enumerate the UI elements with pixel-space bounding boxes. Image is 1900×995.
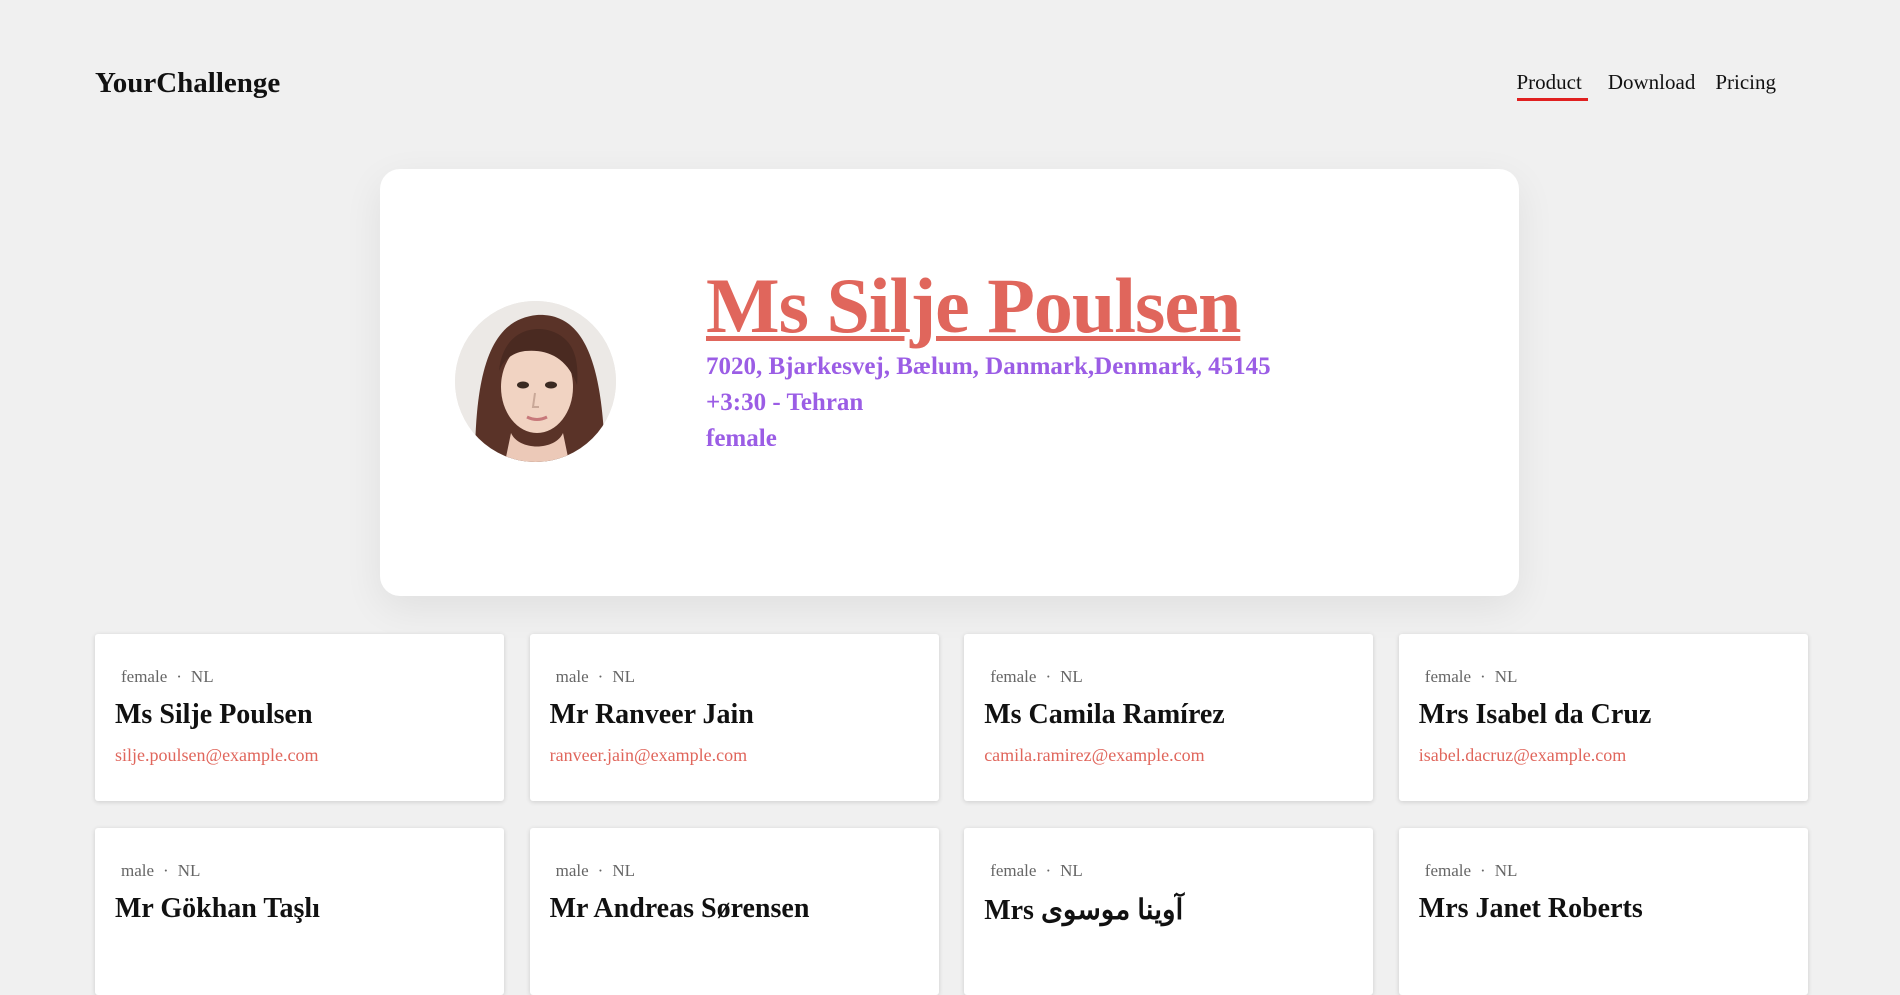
card-nationality: NL [1494, 667, 1518, 686]
meta-separator: · [176, 667, 182, 686]
meta-separator: · [163, 861, 169, 880]
meta-separator: · [597, 667, 604, 686]
card-nationality: NL [612, 861, 635, 880]
card-nationality: NL [190, 667, 214, 686]
card-gender: female [1424, 667, 1472, 686]
card-email[interactable]: isabel.dacruz@example.com [1419, 745, 1788, 766]
user-card[interactable]: male · NL Mr Andreas Sørensen [529, 828, 939, 995]
card-email[interactable]: camila.ramirez@example.com [984, 745, 1353, 766]
card-name: Mr Gökhan Taşlı [115, 893, 320, 924]
card-meta: male · NL [550, 667, 919, 687]
brand-logo[interactable]: YourChallenge [95, 67, 280, 100]
card-gender: male [555, 861, 589, 880]
user-card[interactable]: female · NL Ms Silje Poulsen silje.poulsen… [95, 634, 504, 801]
card-gender: male [121, 861, 155, 880]
card-nationality: NL [177, 861, 201, 880]
card-name: Ms Silje Poulsen [115, 699, 313, 730]
card-name: Ms Camila Ramírez [984, 699, 1225, 730]
card-meta: female · NL [984, 861, 1353, 881]
meta-separator: · [597, 861, 604, 880]
card-name: Mrs Janet Roberts [1418, 893, 1643, 924]
user-card[interactable]: female · NL Mrs Isabel da Cruz isabel.dacr… [1398, 634, 1808, 801]
avatar-portrait-image [455, 301, 616, 462]
nav-download[interactable]: Download [1608, 70, 1696, 101]
card-gender: female [990, 861, 1037, 880]
avatar [455, 301, 616, 462]
user-card[interactable]: female · NL Mrs Janet Roberts [1398, 828, 1808, 995]
card-meta: female · NL [984, 667, 1353, 687]
profile-gender: female [706, 425, 777, 452]
profile-details: Ms Silje Poulsen 7020, Bjarkesvej, Bælum… [706, 267, 1271, 457]
profile-address: 7020, Bjarkesvej, Bælum, Danmark,Denmark… [706, 353, 1271, 380]
card-nationality: NL [1060, 861, 1083, 880]
card-nationality: NL [612, 667, 635, 686]
card-gender: female [990, 667, 1037, 686]
card-name: Mrs Isabel da Cruz [1418, 699, 1652, 730]
card-gender: male [555, 667, 589, 686]
profile-hero-card: Ms Silje Poulsen 7020, Bjarkesvej, Bælum… [380, 169, 1519, 596]
card-gender: female [1424, 861, 1472, 880]
header: YourChallenge Product Download Pricing [95, 62, 1805, 112]
meta-separator: · [1480, 667, 1486, 686]
nav-pricing[interactable]: Pricing [1715, 70, 1776, 101]
card-meta: female · NL [115, 667, 484, 687]
meta-separator: · [1045, 861, 1052, 880]
main-nav: Product Download Pricing [1516, 70, 1776, 101]
card-meta: female · NL [1419, 861, 1788, 881]
user-card-grid: female · NL Ms Silje Poulsen silje.poulsen… [95, 634, 1808, 995]
card-meta: male · NL [550, 861, 919, 881]
card-email[interactable]: silje.poulsen@example.com [115, 745, 484, 766]
profile-timezone: +3:30 - Tehran [706, 389, 864, 416]
card-name: Mr Andreas Sørensen [549, 893, 810, 924]
card-name: Mrs آوینا موسوی [984, 895, 1184, 926]
user-card[interactable]: female · NL Ms Camila Ramírez camila.ramir… [964, 634, 1374, 801]
card-email[interactable]: ranveer.jain@example.com [550, 745, 919, 766]
meta-separator: · [1045, 667, 1052, 686]
card-nationality: NL [1494, 861, 1518, 880]
card-meta: female · NL [1419, 667, 1788, 687]
user-card[interactable]: male · NL Mr Ranveer Jain ranveer.jain@exa… [529, 634, 939, 801]
user-card[interactable]: female · NL Mrs آوینا موسوی [964, 828, 1374, 995]
nav-product[interactable]: Product [1516, 70, 1588, 101]
profile-name[interactable]: Ms Silje Poulsen [706, 267, 1241, 345]
user-card[interactable]: male · NL Mr Gökhan Taşlı [95, 828, 504, 995]
card-meta: male · NL [115, 861, 484, 881]
card-nationality: NL [1060, 667, 1083, 686]
meta-separator: · [1480, 861, 1486, 880]
card-name: Mr Ranveer Jain [549, 699, 754, 730]
card-gender: female [121, 667, 168, 686]
